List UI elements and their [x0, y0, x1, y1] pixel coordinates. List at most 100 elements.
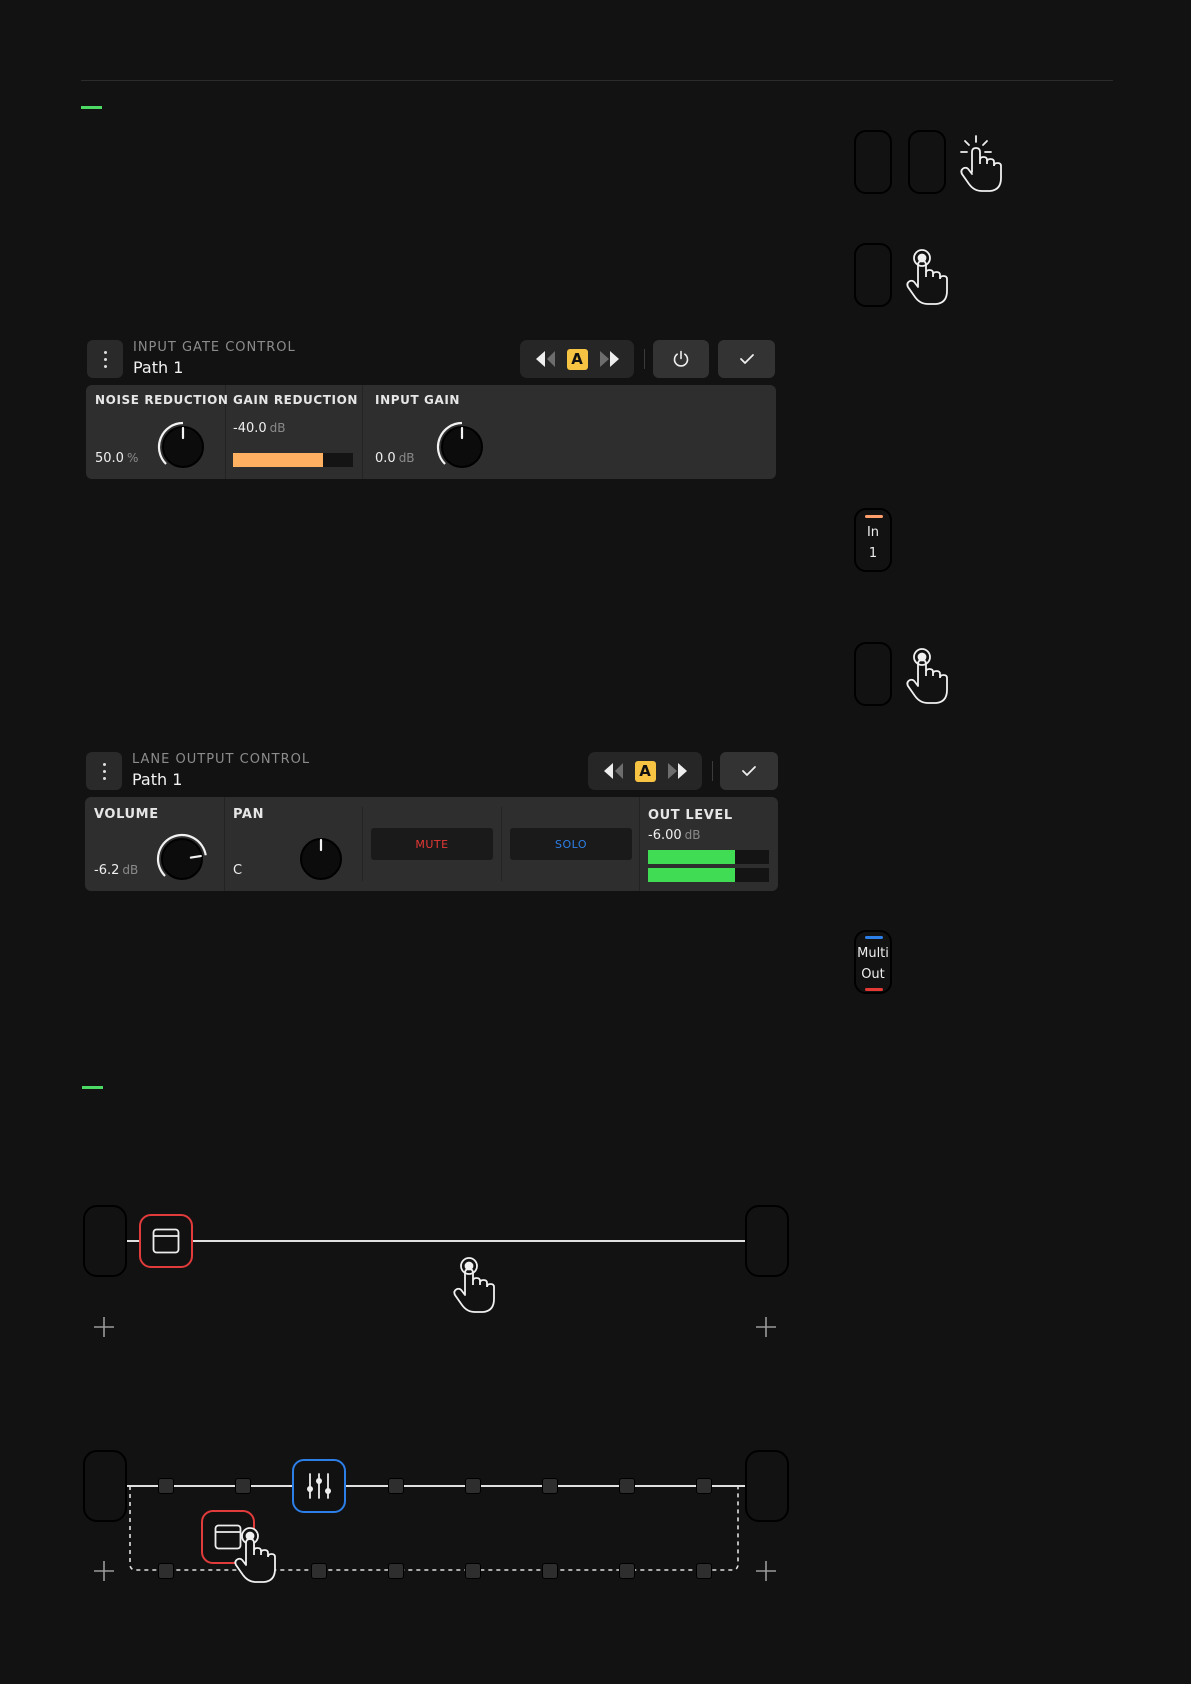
- panel-kicker: INPUT GATE CONTROL: [133, 340, 296, 355]
- gate-menu-button[interactable]: [87, 340, 123, 378]
- plugin-slot-blue[interactable]: [292, 1459, 346, 1513]
- gain-reduction-meter-fill: [233, 453, 323, 467]
- plugin-window-icon: [152, 1228, 180, 1254]
- out-level-meter-fill: [648, 850, 736, 864]
- header-separator: [712, 761, 713, 781]
- empty-node[interactable]: [854, 243, 892, 307]
- solo-button[interactable]: SOLO: [510, 828, 632, 860]
- lane-output-end[interactable]: [745, 1450, 789, 1522]
- knob-indicator: [189, 854, 202, 859]
- empty-slot[interactable]: [388, 1563, 404, 1579]
- ab-badge[interactable]: A: [634, 760, 656, 782]
- input-node-line2: 1: [868, 546, 878, 561]
- lane-panel-body: VOLUME -6.2 dB PAN C MUTE SOLO OUT LEVEL …: [85, 797, 778, 891]
- section-accent: [81, 106, 102, 109]
- plugin-slot-red[interactable]: [139, 1214, 193, 1268]
- prev-icon[interactable]: [534, 350, 558, 368]
- confirm-button[interactable]: [718, 340, 775, 378]
- pan-knob[interactable]: [297, 835, 345, 883]
- empty-slot[interactable]: [235, 1478, 251, 1494]
- empty-slot[interactable]: [696, 1563, 712, 1579]
- input-node-line1: In: [866, 525, 880, 540]
- gain-reduction-label: GAIN REDUCTION: [233, 393, 359, 407]
- volume-knob[interactable]: [156, 833, 208, 885]
- multi-out-line1: Multi: [857, 946, 889, 961]
- check-icon: [739, 354, 754, 364]
- empty-slot[interactable]: [465, 1478, 481, 1494]
- lane-wire: [193, 1240, 745, 1242]
- out-level-label: OUT LEVEL: [648, 808, 733, 823]
- empty-node[interactable]: [908, 130, 946, 194]
- lane-menu-button[interactable]: [86, 752, 122, 790]
- noise-reduction-knob[interactable]: [157, 421, 209, 473]
- out-level-meter-left: [648, 850, 769, 864]
- pan-label: PAN: [233, 807, 265, 822]
- mixer-sliders-icon: [307, 1473, 331, 1499]
- mute-button[interactable]: MUTE: [371, 828, 493, 860]
- panel-path-title: Path 1: [133, 358, 184, 377]
- touch-icon: [906, 249, 948, 305]
- input-gain-knob[interactable]: [436, 421, 488, 473]
- out-level-value: -6.00 dB: [648, 828, 701, 843]
- empty-slot[interactable]: [619, 1478, 635, 1494]
- prev-icon[interactable]: [602, 762, 626, 780]
- multi-out-node[interactable]: Multi Out: [854, 930, 892, 994]
- power-button[interactable]: [653, 340, 709, 378]
- parallel-lane-wires: [127, 1485, 745, 1571]
- out-level-meter-fill: [648, 868, 736, 882]
- lane-output-end[interactable]: [745, 1205, 789, 1277]
- cell-divider: [501, 807, 502, 881]
- lane-input-end[interactable]: [83, 1205, 127, 1277]
- empty-slot[interactable]: [158, 1478, 174, 1494]
- empty-slot[interactable]: [696, 1478, 712, 1494]
- next-icon[interactable]: [597, 350, 621, 368]
- empty-slot[interactable]: [465, 1563, 481, 1579]
- cell-divider: [362, 385, 363, 479]
- plus-icon[interactable]: [755, 1560, 777, 1582]
- empty-slot[interactable]: [388, 1478, 404, 1494]
- out-level-meter-right: [648, 868, 769, 882]
- confirm-button[interactable]: [720, 752, 778, 790]
- empty-slot[interactable]: [542, 1478, 558, 1494]
- section-accent: [82, 1086, 103, 1089]
- ab-badge[interactable]: A: [566, 348, 588, 370]
- gate-panel-header: INPUT GATE CONTROL Path 1 A: [87, 340, 775, 380]
- touch-icon: [906, 648, 948, 704]
- touch-icon: [234, 1527, 276, 1583]
- plus-icon[interactable]: [93, 1316, 115, 1338]
- power-icon: [673, 350, 689, 367]
- cell-divider: [639, 797, 640, 891]
- ab-switcher: A: [520, 340, 634, 378]
- header-separator: [644, 349, 645, 369]
- knob-body: [161, 838, 203, 880]
- lane-input-end[interactable]: [83, 1450, 127, 1522]
- input-gain-value: 0.0 dB: [375, 451, 415, 466]
- top-divider: [81, 80, 1113, 81]
- multi-out-line2: Out: [861, 967, 885, 982]
- gate-panel-body: NOISE REDUCTION 50.0% GAIN REDUCTION -40…: [86, 385, 776, 479]
- plus-icon[interactable]: [93, 1560, 115, 1582]
- empty-node[interactable]: [854, 642, 892, 706]
- menu-dots-icon: [102, 761, 106, 782]
- noise-reduction-label: NOISE REDUCTION: [95, 393, 229, 407]
- menu-dots-icon: [103, 349, 107, 370]
- input-node-color-bar: [865, 515, 883, 518]
- volume-label: VOLUME: [94, 807, 159, 822]
- volume-value: -6.2 dB: [94, 863, 139, 878]
- next-icon[interactable]: [665, 762, 689, 780]
- empty-slot[interactable]: [542, 1563, 558, 1579]
- empty-slot[interactable]: [311, 1563, 327, 1579]
- empty-slot[interactable]: [619, 1563, 635, 1579]
- panel-path-title: Path 1: [132, 770, 183, 789]
- plus-icon[interactable]: [755, 1316, 777, 1338]
- empty-node[interactable]: [854, 130, 892, 194]
- empty-slot[interactable]: [158, 1563, 174, 1579]
- multi-out-blue-bar: [865, 936, 883, 939]
- gain-reduction-value: -40.0 dB: [233, 421, 286, 436]
- input-node[interactable]: In 1: [854, 508, 892, 572]
- check-icon: [742, 766, 756, 776]
- noise-reduction-value: 50.0%: [95, 451, 139, 466]
- panel-kicker: LANE OUTPUT CONTROL: [132, 752, 311, 767]
- multi-out-red-bar: [865, 988, 883, 991]
- cell-divider: [224, 797, 225, 891]
